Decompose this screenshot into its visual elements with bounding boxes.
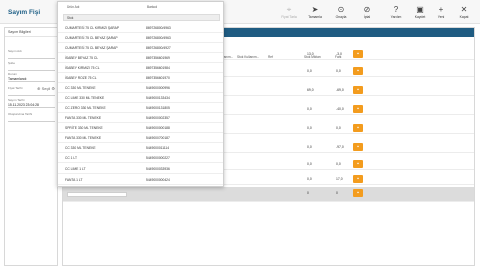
list-item[interactable]: FANTA 330 ML TENEKE 5449000002357 xyxy=(58,113,223,124)
panel-title: Sayım Bilgileri xyxy=(5,28,57,37)
approve-button[interactable]: ⊙ Onayla xyxy=(328,4,354,22)
delete-row-button[interactable]: ▪ xyxy=(353,50,363,58)
trash-icon: ▪ xyxy=(357,125,359,131)
trash-icon: ▪ xyxy=(357,51,359,57)
list-item[interactable]: CC 330 ML TENEKE 5449000000996 xyxy=(58,83,223,94)
trash-icon: ▪ xyxy=(357,68,359,74)
list-item[interactable]: İSABEY BEYAZ 75 CL 8697356601969 xyxy=(58,53,223,64)
close-button[interactable]: ✕ Kapat xyxy=(451,4,477,22)
list-item[interactable]: CUMARTESİ 75 CL BEYAZ ŞARAP 869726800/496… xyxy=(58,33,223,44)
delete-row-button[interactable]: ▪ xyxy=(353,175,363,183)
count-info-panel: Sayım Bilgileri Sayım Adı Şube Durum Tam… xyxy=(4,27,58,266)
close-icon: ✕ xyxy=(460,5,468,14)
help-button[interactable]: ? Yardım xyxy=(383,4,409,22)
column-header-barcode: Barkod xyxy=(147,5,158,9)
calendar-icon[interactable]: ⊕ Seçil ⚙ xyxy=(37,86,55,91)
dropdown-search-input[interactable]: Stok xyxy=(63,14,220,21)
delete-row-button[interactable]: ▪ xyxy=(353,67,363,75)
trash-icon: ▪ xyxy=(357,106,359,112)
list-item[interactable]: FANTA 330 ML TENEKE 5449000700187 xyxy=(58,133,223,144)
column-header-product-name: Ürün Adı xyxy=(67,5,80,9)
list-item[interactable]: FANTA 1 LT 5449000000424 xyxy=(58,175,223,186)
page-title: Sayım Fişi xyxy=(8,9,41,16)
delete-row-button[interactable]: ▪ xyxy=(353,160,363,168)
count-date-field[interactable]: Sayım Tarihi 15.11.2023 23:04:28 xyxy=(8,98,55,108)
trash-icon: ▪ xyxy=(357,144,359,150)
help-icon: ? xyxy=(393,5,399,14)
created-date-field[interactable]: Oluşturulma Tarihi xyxy=(8,112,55,122)
price-field-button[interactable]: ⌖ Fiyat Tarla xyxy=(276,4,302,22)
delete-row-button[interactable]: ▪ xyxy=(353,105,363,113)
list-item[interactable]: İSABEY ROZE 75 CL 8697356601970 xyxy=(58,73,223,84)
count-name-field[interactable]: Sayım Adı xyxy=(8,49,55,59)
delete-row-button[interactable]: ▪ xyxy=(353,86,363,94)
cancel-icon: ⊘ xyxy=(363,5,371,14)
delete-row-button[interactable]: ▪ xyxy=(353,189,363,197)
delete-row-button[interactable]: ▪ xyxy=(353,124,363,132)
price-date-field[interactable]: Fiyat Tarihi ⊕ Seçil ⚙ xyxy=(8,86,55,96)
list-item[interactable]: SPRİTE 330 ML TENEKE 5449000000188 xyxy=(58,123,223,134)
product-dropdown: Ürün Adı Barkod Stok CUMARTESİ 75 CL KIR… xyxy=(57,1,224,187)
list-item[interactable]: CC ZERO 330 ML TENEKE 5449000131805 xyxy=(58,103,223,114)
cancel-button[interactable]: ⊘ İptal xyxy=(354,4,380,22)
tag-icon: ⌖ xyxy=(286,5,292,14)
list-item[interactable]: CC LIME 330 ML TENEKE 5449000133434 xyxy=(58,93,223,104)
delete-row-button[interactable]: ▪ xyxy=(353,143,363,151)
status-field[interactable]: Durum Tamamlandı xyxy=(8,72,55,82)
list-item[interactable]: CUMARTESİ 75 CL BEYAZ ŞARAP 869726800/492… xyxy=(58,43,223,54)
trash-icon: ▪ xyxy=(357,176,359,182)
list-item[interactable]: CUMARTESİ 75 CL KIRMIZI ŞARAP 869726800/4… xyxy=(58,23,223,34)
branch-field[interactable]: Şube xyxy=(8,61,55,71)
send-icon: ➤ xyxy=(311,5,319,14)
trash-icon: ▪ xyxy=(357,87,359,93)
check-circle-icon: ⊙ xyxy=(337,5,345,14)
list-item[interactable]: İSABEY KIRMIZI 75 CL 8697356601984 xyxy=(58,63,223,74)
table-row-selected[interactable]: 0 0 ▪ xyxy=(63,187,474,202)
list-item[interactable]: CC 1 LT 5449000000227 xyxy=(58,153,223,164)
list-item[interactable]: CC LIME 1 LT 5449000033936 xyxy=(58,164,223,175)
trash-icon: ▪ xyxy=(357,161,359,167)
product-search-input[interactable] xyxy=(67,192,127,197)
trash-icon: ▪ xyxy=(357,190,359,196)
complete-button[interactable]: ➤ Tamamla xyxy=(302,4,328,22)
list-item[interactable]: CC 330 ML TENEKE 5449000011114 xyxy=(58,143,223,154)
